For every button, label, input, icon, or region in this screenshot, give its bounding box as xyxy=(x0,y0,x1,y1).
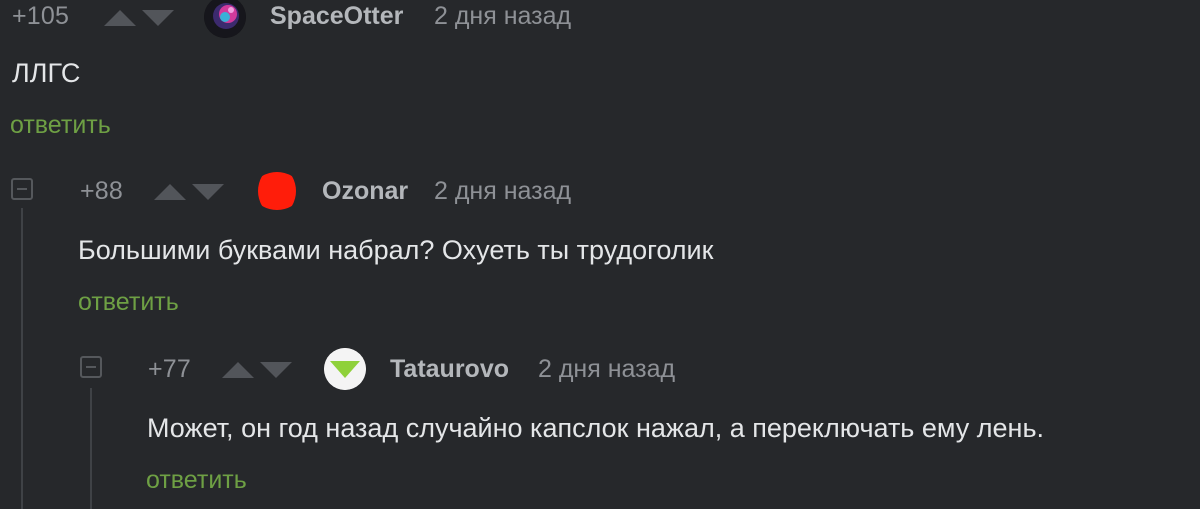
downvote-icon[interactable] xyxy=(260,362,292,378)
avatar[interactable] xyxy=(324,348,366,390)
avatar[interactable] xyxy=(204,0,246,38)
comment-time[interactable]: 2 дня назад xyxy=(434,2,571,31)
reply-link[interactable]: ответить xyxy=(146,466,247,495)
vote-arrows xyxy=(104,10,174,26)
comment-text: Большими буквами набрал? Охуеть ты трудо… xyxy=(78,235,714,265)
upvote-icon[interactable] xyxy=(154,184,186,200)
thread-line[interactable] xyxy=(90,388,92,509)
green-triangle-avatar-icon xyxy=(324,348,366,390)
comment-text: Может, он год назад случайно капслок наж… xyxy=(147,413,1045,443)
comment-rating: +77 xyxy=(148,355,192,383)
vote-arrows xyxy=(154,184,224,200)
upvote-icon[interactable] xyxy=(104,10,136,26)
reply-link[interactable]: ответить xyxy=(78,288,179,317)
username[interactable]: Tataurovo xyxy=(390,355,509,384)
comment-time[interactable]: 2 дня назад xyxy=(434,177,571,206)
comment-text: ЛЛГС xyxy=(12,58,81,88)
avatar[interactable] xyxy=(256,170,298,212)
space-otter-avatar-icon xyxy=(204,0,246,38)
reply-link[interactable]: ответить xyxy=(10,111,111,140)
comment-time[interactable]: 2 дня назад xyxy=(538,355,675,384)
username[interactable]: SpaceOtter xyxy=(270,2,403,31)
comment-rating: +88 xyxy=(80,177,124,205)
collapse-thread-button[interactable] xyxy=(11,178,33,200)
red-blob-avatar-icon xyxy=(258,172,296,210)
upvote-icon[interactable] xyxy=(222,362,254,378)
username[interactable]: Ozonar xyxy=(322,177,408,206)
comment-rating: +105 xyxy=(12,2,70,30)
thread-line[interactable] xyxy=(21,208,23,509)
downvote-icon[interactable] xyxy=(142,10,174,26)
collapse-thread-button[interactable] xyxy=(80,356,102,378)
vote-arrows xyxy=(222,362,292,378)
downvote-icon[interactable] xyxy=(192,184,224,200)
